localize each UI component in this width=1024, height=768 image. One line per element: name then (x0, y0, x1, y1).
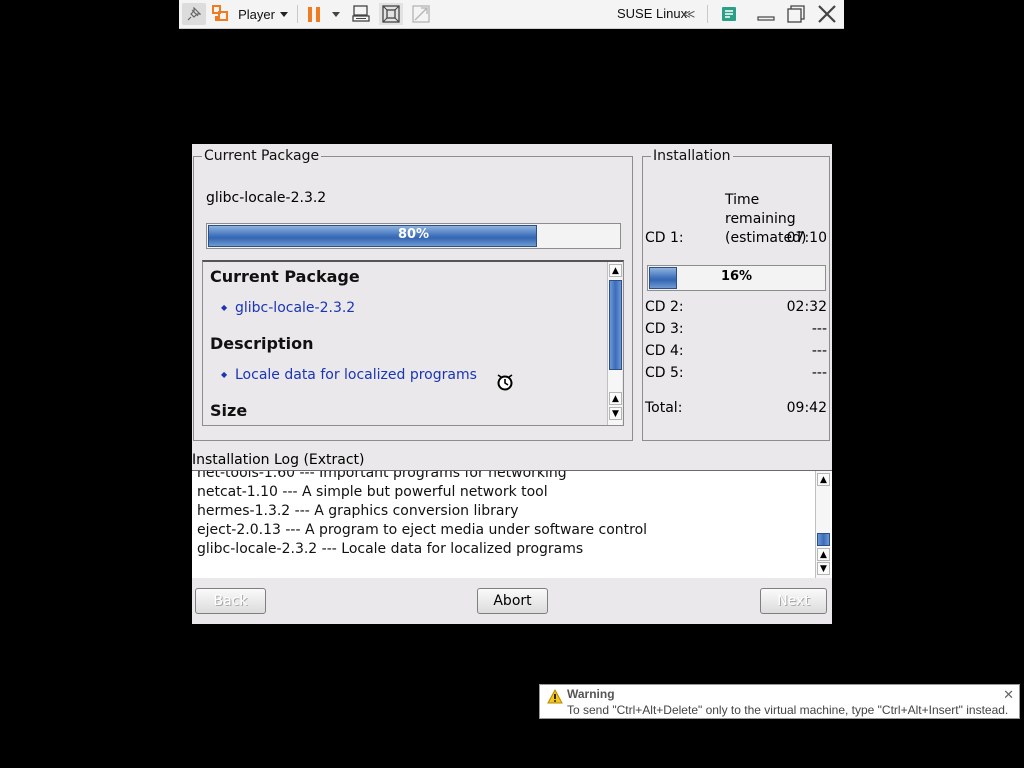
warning-triangle-icon (547, 688, 563, 704)
cd5-row: CD 5: --- (645, 365, 827, 381)
total-row: Total: 09:42 (645, 400, 827, 416)
fullscreen-icon[interactable] (379, 3, 403, 25)
current-package-group-title: Current Package (202, 148, 322, 165)
scroll-down-icon[interactable]: ▼ (817, 562, 830, 575)
cd1-progress-text: 16% (720, 269, 753, 284)
cd2-label: CD 2: (645, 299, 684, 315)
unity-icon[interactable] (409, 3, 433, 25)
back-button[interactable]: Back (195, 588, 266, 614)
cd3-row: CD 3: --- (645, 321, 827, 337)
pin-icon[interactable] (182, 3, 206, 25)
scroll-thumb[interactable] (817, 533, 830, 546)
cd3-label: CD 3: (645, 321, 684, 337)
installation-log[interactable]: net-tools-1.60 --- Important programs fo… (192, 470, 832, 578)
player-menu-button[interactable]: Player (237, 3, 289, 25)
current-package-name: glibc-locale-2.3.2 (206, 190, 327, 206)
info-heading-size: Size (210, 401, 248, 420)
info-scrollbar[interactable]: ▲ ▲ ▼ (607, 262, 622, 425)
warning-title: Warning (567, 687, 615, 701)
package-progress-text: 80% (397, 227, 430, 242)
busy-cursor-icon (496, 374, 514, 392)
cd2-row: CD 2: 02:32 (645, 299, 827, 315)
scroll-up-icon[interactable]: ▲ (817, 473, 830, 486)
current-package-group: Current Package glibc-locale-2.3.2 80% C… (193, 148, 633, 441)
vm-library-icon[interactable] (211, 3, 231, 25)
total-label: Total: (645, 400, 683, 416)
cd1-row: CD 1: 07:10 (645, 230, 827, 246)
cd4-value: --- (811, 343, 827, 359)
restore-icon[interactable] (785, 3, 807, 25)
notes-icon[interactable] (718, 3, 740, 25)
pause-icon[interactable] (306, 3, 322, 25)
toolbar-divider (297, 5, 298, 23)
package-info-pane[interactable]: Current Package glibc-locale-2.3.2 Descr… (202, 260, 624, 426)
abort-button[interactable]: Abort (477, 588, 548, 614)
toolbar-divider (707, 5, 708, 23)
info-heading-description: Description (210, 334, 314, 353)
send-ctrl-alt-del-icon[interactable] (349, 3, 373, 25)
scroll-thumb[interactable] (609, 280, 622, 370)
warning-message: To send "Ctrl+Alt+Delete" only to the vi… (567, 703, 1009, 717)
info-package-link[interactable]: glibc-locale-2.3.2 (221, 300, 355, 316)
vm-title: SUSE Linux (617, 6, 688, 21)
chevron-down-icon (332, 11, 340, 17)
log-scrollbar[interactable]: ▲ ▲ ▼ (815, 471, 830, 578)
cd1-label: CD 1: (645, 230, 684, 246)
time-remaining-line1: Time remaining (725, 192, 796, 227)
log-line: eject-2.0.13 --- A program to eject medi… (197, 522, 648, 538)
vmware-toolbar: Player SUSE Linux ≪ (179, 0, 844, 29)
warning-notification: Warning To send "Ctrl+Alt+Delete" only t… (539, 684, 1020, 719)
log-line: netcat-1.10 --- A simple but powerful ne… (197, 484, 548, 500)
cd1-progress-bar: 16% (647, 265, 826, 291)
next-button[interactable]: Next (760, 588, 827, 614)
info-heading-package: Current Package (210, 267, 360, 286)
total-value: 09:42 (786, 400, 827, 416)
close-icon[interactable] (815, 3, 839, 25)
cd2-value: 02:32 (786, 299, 827, 315)
cd5-label: CD 5: (645, 365, 684, 381)
installation-log-label: Installation Log (Extract) (192, 452, 365, 468)
cd4-label: CD 4: (645, 343, 684, 359)
log-line: net-tools-1.60 --- Important programs fo… (197, 470, 567, 481)
scroll-up-icon[interactable]: ▲ (609, 392, 622, 405)
log-line: glibc-locale-2.3.2 --- Locale data for l… (197, 541, 584, 557)
power-dropdown-button[interactable] (330, 3, 342, 25)
log-line: hermes-1.3.2 --- A graphics conversion l… (197, 503, 519, 519)
info-description-link[interactable]: Locale data for localized programs (221, 367, 477, 383)
cd1-value: 07:10 (786, 230, 827, 246)
chevron-down-icon (279, 11, 288, 17)
installation-group-title: Installation (651, 148, 733, 165)
scroll-up-icon[interactable]: ▲ (817, 548, 830, 561)
installation-group: Installation Time remaining (estimated) … (642, 148, 830, 441)
scroll-down-icon[interactable]: ▼ (609, 407, 622, 420)
player-menu-label: Player (238, 6, 275, 22)
scroll-up-icon[interactable]: ▲ (609, 264, 622, 277)
close-icon[interactable]: ✕ (1003, 687, 1014, 703)
cd4-row: CD 4: --- (645, 343, 827, 359)
minimize-icon[interactable] (755, 3, 777, 25)
cd5-value: --- (811, 365, 827, 381)
package-progress-bar: 80% (206, 223, 621, 249)
collapse-toolbar-button[interactable]: ≪ (679, 3, 699, 25)
cd3-value: --- (811, 321, 827, 337)
